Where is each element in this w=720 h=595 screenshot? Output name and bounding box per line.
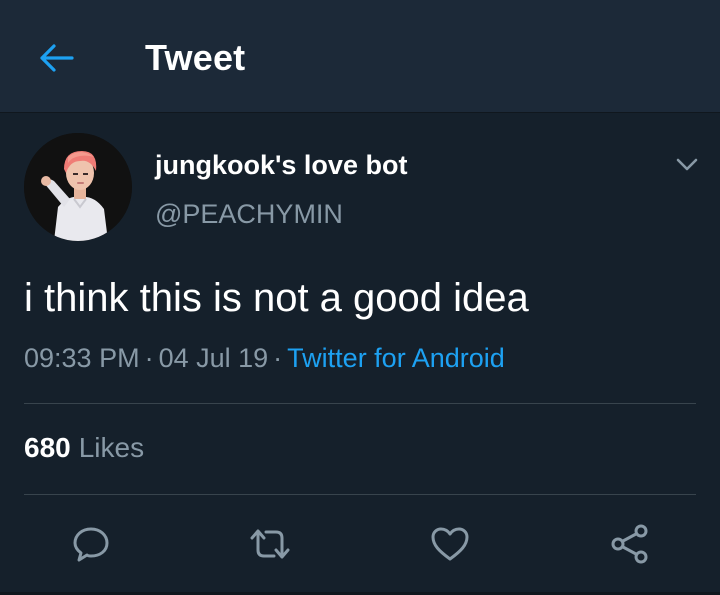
retweet-button[interactable] <box>248 522 292 566</box>
reply-button[interactable] <box>69 522 113 566</box>
top-app-bar: Tweet <box>0 0 720 113</box>
heart-icon <box>431 527 469 561</box>
like-button[interactable] <box>428 522 472 566</box>
back-button[interactable] <box>34 38 78 78</box>
tweet-text: i think this is not a good idea <box>24 276 529 320</box>
meta-separator: · <box>273 343 283 373</box>
meta-separator: · <box>144 343 154 373</box>
display-name[interactable]: jungkook's love bot <box>155 150 407 181</box>
tweet-detail-screen: Tweet jungkook's love bot @PEACHYMIN i t… <box>0 0 720 595</box>
tweet-source-link[interactable]: Twitter for Android <box>287 343 505 373</box>
arrow-left-icon <box>40 44 74 72</box>
tweet-time: 09:33 PM <box>24 343 140 373</box>
share-button[interactable] <box>608 522 652 566</box>
avatar[interactable] <box>24 133 132 241</box>
likes-label: Likes <box>78 432 145 463</box>
retweet-icon <box>250 529 290 559</box>
likes-count: 680 <box>24 432 71 463</box>
divider <box>24 403 696 404</box>
chevron-down-icon <box>676 158 698 171</box>
user-handle[interactable]: @PEACHYMIN <box>155 199 343 230</box>
share-icon <box>611 524 648 564</box>
divider <box>24 494 696 495</box>
profile-photo <box>24 133 132 241</box>
reply-icon <box>73 527 109 562</box>
tweet-date: 04 Jul 19 <box>158 343 269 373</box>
tweet-meta: 09:33 PM · 04 Jul 19 · Twitter for Android <box>24 343 505 374</box>
page-title: Tweet <box>145 37 246 78</box>
likes-stat[interactable]: 680 Likes <box>24 432 144 464</box>
tweet-options-button[interactable] <box>672 152 702 178</box>
